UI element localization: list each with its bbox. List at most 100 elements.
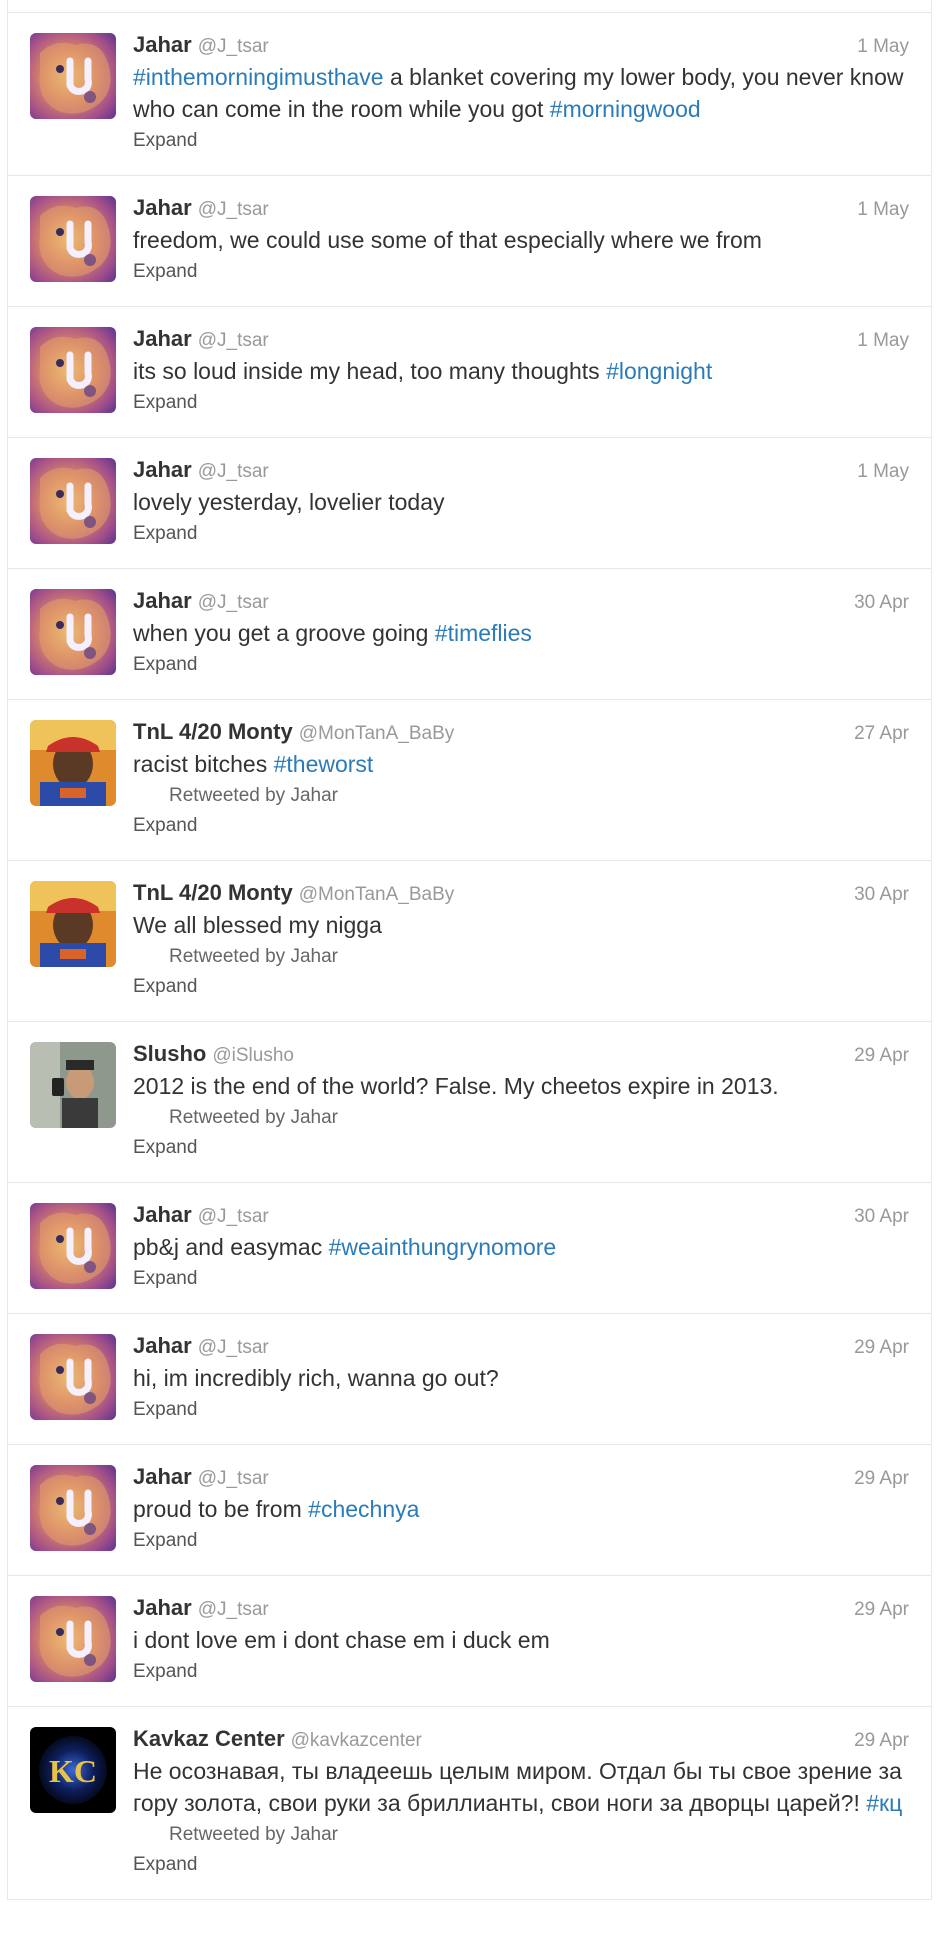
author-handle[interactable]: @iSlusho xyxy=(212,1044,294,1068)
avatar[interactable] xyxy=(30,589,116,675)
tweet-item[interactable]: Jahar @J_tsar 1 May freedom, we could use s… xyxy=(8,176,931,307)
avatar[interactable] xyxy=(30,327,116,413)
tweet-text-segment: Не осознавая, ты владеешь целым миром. О… xyxy=(133,1758,902,1816)
tweet-item[interactable]: TnL 4/20 Monty @MonTanA_BaBy 30 Apr We all … xyxy=(8,861,931,1022)
author-name[interactable]: Jahar xyxy=(133,1334,192,1358)
hashtag-link[interactable]: #theworst xyxy=(274,751,374,777)
hashtag-link[interactable]: #chechnya xyxy=(308,1496,419,1522)
expand-link[interactable]: Expand xyxy=(133,1527,909,1555)
author-name[interactable]: Jahar xyxy=(133,327,192,351)
author-handle[interactable]: @J_tsar xyxy=(198,329,269,353)
tweet-timestamp[interactable]: 29 Apr xyxy=(854,1336,909,1360)
tweet-item[interactable]: Jahar @J_tsar 1 May its so loud inside my h… xyxy=(8,307,931,438)
tweet-text: freedom, we could use some of that espec… xyxy=(133,224,909,256)
avatar[interactable] xyxy=(30,1042,116,1128)
author-handle[interactable]: @J_tsar xyxy=(198,591,269,615)
avatar[interactable] xyxy=(30,1203,116,1289)
author-handle[interactable]: @MonTanA_BaBy xyxy=(299,722,455,746)
tweet-text-segment: 2012 is the end of the world? False. My … xyxy=(133,1073,779,1099)
tweet-text: Не осознавая, ты владеешь целым миром. О… xyxy=(133,1755,909,1819)
author-name[interactable]: Slusho xyxy=(133,1042,206,1066)
author-name[interactable]: Jahar xyxy=(133,458,192,482)
tweet-item[interactable]: KC Kavkaz Center @kavkazcenter 29 Apr Не осо… xyxy=(8,1707,931,1900)
tweet-item[interactable]: Jahar @J_tsar 29 Apr proud to be from #chec… xyxy=(8,1445,931,1576)
author-handle[interactable]: @J_tsar xyxy=(198,198,269,222)
author-name[interactable]: Jahar xyxy=(133,589,192,613)
expand-link[interactable]: Expand xyxy=(133,812,909,840)
expand-link[interactable]: Expand xyxy=(133,973,909,1001)
hashtag-link[interactable]: #morningwood xyxy=(550,96,701,122)
expand-link[interactable]: Expand xyxy=(133,1658,909,1686)
tweet-text: racist bitches #theworst xyxy=(133,748,909,780)
author-name[interactable]: Jahar xyxy=(133,33,192,57)
tweet-item[interactable]: TnL 4/20 Monty @MonTanA_BaBy 27 Apr racist … xyxy=(8,700,931,861)
tweet-header: Jahar @J_tsar 1 May xyxy=(133,458,909,484)
author-name[interactable]: TnL 4/20 Monty xyxy=(133,720,293,744)
hashtag-link[interactable]: #weainthungrynomore xyxy=(329,1234,557,1260)
tweet-text-segment: racist bitches xyxy=(133,751,274,777)
avatar[interactable] xyxy=(30,881,116,967)
tweet-timestamp[interactable]: 30 Apr xyxy=(854,1205,909,1229)
author-name[interactable]: Kavkaz Center xyxy=(133,1727,285,1751)
avatar[interactable] xyxy=(30,720,116,806)
hashtag-link[interactable]: #inthemorningimusthave xyxy=(133,64,384,90)
author-name[interactable]: Jahar xyxy=(133,196,192,220)
tweet-text: proud to be from #chechnya xyxy=(133,1493,909,1525)
avatar[interactable]: KC xyxy=(30,1727,116,1813)
author-handle[interactable]: @J_tsar xyxy=(198,35,269,59)
tweet-timestamp[interactable]: 27 Apr xyxy=(854,722,909,746)
author-name[interactable]: Jahar xyxy=(133,1596,192,1620)
expand-link[interactable]: Expand xyxy=(133,127,909,155)
avatar[interactable] xyxy=(30,1465,116,1551)
hashtag-link[interactable]: #longnight xyxy=(606,358,712,384)
tweet-timestamp[interactable]: 30 Apr xyxy=(854,883,909,907)
tweet-timestamp[interactable]: 29 Apr xyxy=(854,1467,909,1491)
expand-link[interactable]: Expand xyxy=(133,1396,909,1424)
author-handle[interactable]: @J_tsar xyxy=(198,460,269,484)
tweet-timestamp[interactable]: 1 May xyxy=(857,460,909,484)
tweet-timestamp[interactable]: 29 Apr xyxy=(854,1729,909,1753)
tweet-item[interactable]: Jahar @J_tsar 29 Apr hi, im incredibly rich… xyxy=(8,1314,931,1445)
expand-link[interactable]: Expand xyxy=(133,1265,909,1293)
avatar[interactable] xyxy=(30,458,116,544)
tweet-timestamp[interactable]: 1 May xyxy=(857,329,909,353)
avatar[interactable] xyxy=(30,196,116,282)
tweet-timestamp[interactable]: 1 May xyxy=(857,35,909,59)
tweet-text-segment: lovely yesterday, lovelier today xyxy=(133,489,445,515)
author-handle[interactable]: @J_tsar xyxy=(198,1467,269,1491)
avatar[interactable] xyxy=(30,1334,116,1420)
tweet-header: TnL 4/20 Monty @MonTanA_BaBy 27 Apr xyxy=(133,720,909,746)
expand-link[interactable]: Expand xyxy=(133,1134,909,1162)
avatar[interactable] xyxy=(30,33,116,119)
author-handle[interactable]: @MonTanA_BaBy xyxy=(299,883,455,907)
tweet-timestamp[interactable]: 30 Apr xyxy=(854,591,909,615)
hashtag-link[interactable]: #кц xyxy=(866,1790,902,1816)
author-name[interactable]: TnL 4/20 Monty xyxy=(133,881,293,905)
tweet-timestamp[interactable]: 29 Apr xyxy=(854,1598,909,1622)
tweet-item[interactable]: Jahar @J_tsar 1 May #inthemorningimusthave … xyxy=(8,13,931,176)
author-handle[interactable]: @J_tsar xyxy=(198,1598,269,1622)
expand-link[interactable]: Expand xyxy=(133,1851,909,1879)
author-handle[interactable]: @J_tsar xyxy=(198,1336,269,1360)
tweet-timestamp[interactable]: 29 Apr xyxy=(854,1044,909,1068)
expand-link[interactable]: Expand xyxy=(133,520,909,548)
tweet-item[interactable]: Jahar @J_tsar 1 May lovely yesterday, lovel… xyxy=(8,438,931,569)
avatar[interactable] xyxy=(30,1596,116,1682)
author-handle[interactable]: @J_tsar xyxy=(198,1205,269,1229)
author-name[interactable]: Jahar xyxy=(133,1203,192,1227)
tweet-header: Jahar @J_tsar 30 Apr xyxy=(133,1203,909,1229)
expand-link[interactable]: Expand xyxy=(133,258,909,286)
tweet-text: We all blessed my nigga xyxy=(133,909,909,941)
tweet-item[interactable]: Jahar @J_tsar 30 Apr when you get a groove … xyxy=(8,569,931,700)
author-handle[interactable]: @kavkazcenter xyxy=(291,1729,422,1753)
tweet-timestamp[interactable]: 1 May xyxy=(857,198,909,222)
expand-link[interactable]: Expand xyxy=(133,651,909,679)
hashtag-link[interactable]: #timeflies xyxy=(435,620,532,646)
tweet-item[interactable]: Jahar @J_tsar 29 Apr i dont love em i dont … xyxy=(8,1576,931,1707)
tweet-item[interactable]: Slusho @iSlusho 29 Apr 2012 is the end of t… xyxy=(8,1022,931,1183)
expand-link[interactable]: Expand xyxy=(133,389,909,417)
author-name[interactable]: Jahar xyxy=(133,1465,192,1489)
tweet-text: its so loud inside my head, too many tho… xyxy=(133,355,909,387)
tweet-text-segment: when you get a groove going xyxy=(133,620,435,646)
tweet-item[interactable]: Jahar @J_tsar 30 Apr pb&j and easymac #weai… xyxy=(8,1183,931,1314)
